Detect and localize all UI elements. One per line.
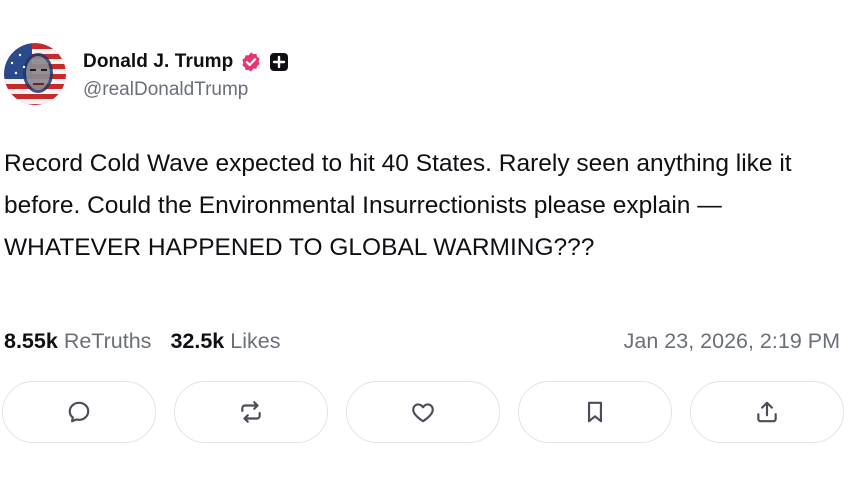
name-row: Donald J. Trump <box>83 47 289 77</box>
reply-button[interactable] <box>2 381 156 443</box>
post-text: Record Cold Wave expected to hit 40 Stat… <box>4 150 792 261</box>
retruth-button[interactable] <box>174 381 328 443</box>
verified-badge-icon <box>240 51 262 73</box>
avatar[interactable] <box>4 43 66 105</box>
share-button[interactable] <box>690 381 844 443</box>
retruth-icon <box>241 401 261 423</box>
retruths-stat[interactable]: 8.55k ReTruths <box>4 329 151 354</box>
likes-label: Likes <box>230 328 281 353</box>
post-header: Donald J. Trump @realDonaldTrump <box>4 42 289 106</box>
bookmark-icon <box>587 401 603 423</box>
post-timestamp[interactable]: Jan 23, 2026, 2:19 PM <box>624 329 840 354</box>
likes-stat[interactable]: 32.5k Likes <box>170 329 280 354</box>
reply-icon <box>68 401 90 423</box>
bookmark-button[interactable] <box>518 381 672 443</box>
likes-count: 32.5k <box>170 328 225 353</box>
post-stats: 8.55k ReTruths 32.5k Likes Jan 23, 2026, 2… <box>4 324 840 358</box>
plus-badge-icon <box>269 52 289 72</box>
share-icon <box>757 401 777 423</box>
like-icon <box>412 403 434 423</box>
retruths-label: ReTruths <box>63 328 152 353</box>
action-bar <box>2 381 844 445</box>
like-button[interactable] <box>346 381 500 443</box>
author-handle[interactable]: @realDonaldTrump <box>83 79 289 101</box>
author-names: Donald J. Trump @realDonaldTrump <box>83 47 289 101</box>
display-name[interactable]: Donald J. Trump <box>83 51 233 73</box>
retruths-count: 8.55k <box>4 328 58 353</box>
